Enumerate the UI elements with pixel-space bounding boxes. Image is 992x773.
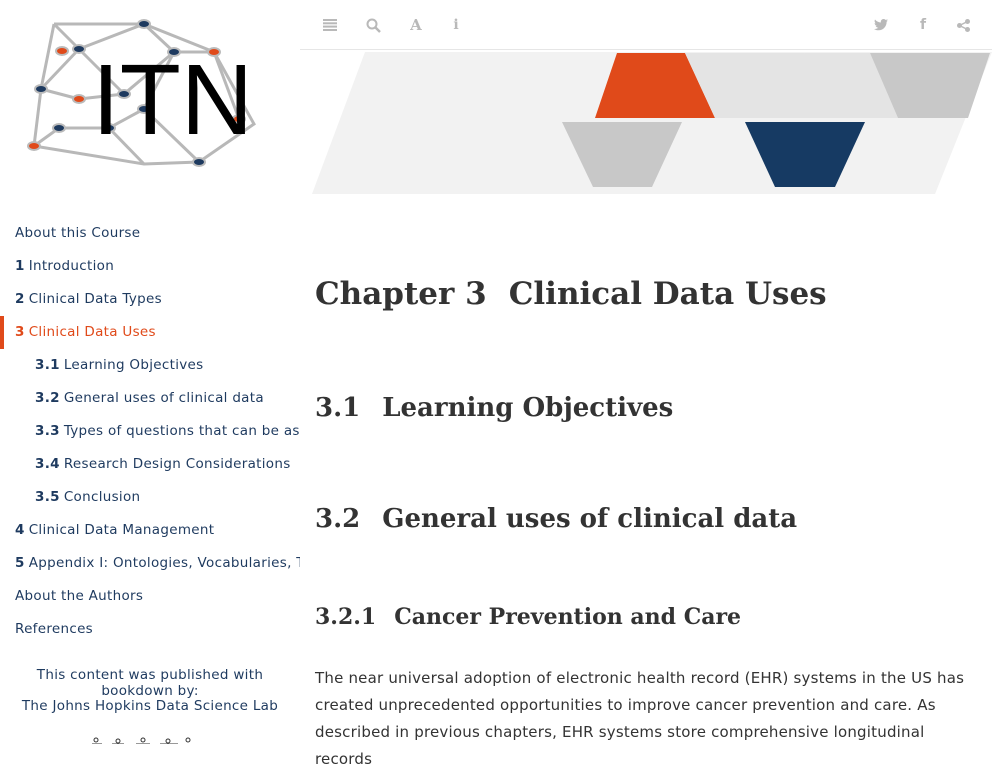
toc-learning-objectives[interactable]: 3.1 Learning Objectives (35, 357, 203, 373)
toc-clinical-data-types[interactable]: 2 Clinical Data Types (15, 291, 162, 307)
list-icon[interactable] (319, 14, 341, 36)
toc-clinical-data-uses[interactable]: 3 Clinical Data Uses (15, 324, 156, 340)
section-title-general-uses: 3.2 General uses of clinical data (315, 504, 798, 534)
font-icon[interactable]: A (405, 14, 427, 36)
sidebar: ITN About this Course 1 Introduction 2 Cli… (0, 0, 300, 744)
info-icon[interactable]: i (445, 14, 467, 36)
logo-text: ITN (92, 44, 253, 156)
section-title-learning-objectives: 3.1 Learning Objectives (315, 393, 674, 423)
toc-introduction[interactable]: 1 Introduction (15, 258, 114, 274)
toc-general-uses[interactable]: 3.2 General uses of clinical data (35, 390, 264, 406)
toc-clinical-data-management[interactable]: 4 Clinical Data Management (15, 522, 214, 538)
toc-references[interactable]: References (15, 621, 93, 637)
toc-about-course[interactable]: About this Course (15, 225, 140, 241)
lab-logo[interactable] (88, 732, 198, 744)
body-paragraph: The near universal adoption of electroni… (315, 669, 965, 768)
lab-link[interactable]: The Johns Hopkins Data Science Lab (0, 698, 300, 714)
toc-conclusion[interactable]: 3.5 Conclusion (35, 489, 140, 505)
active-indicator (0, 316, 4, 349)
facebook-icon[interactable]: f (912, 14, 934, 36)
toc-about-authors[interactable]: About the Authors (15, 588, 143, 604)
chapter-title: Chapter 3 Clinical Data Uses (315, 276, 827, 312)
search-icon[interactable] (362, 14, 384, 36)
toc-types-of-questions[interactable]: 3.3 Types of questions that can be as… (35, 423, 300, 439)
share-icon[interactable] (952, 14, 974, 36)
itn-logo[interactable]: ITN (24, 14, 274, 174)
course-banner (312, 52, 992, 194)
toc-appendix-ontologies[interactable]: 5 Appendix I: Ontologies, Vocabularies, T… (15, 555, 300, 571)
subsection-title-cancer: 3.2.1 Cancer Prevention and Care (315, 604, 742, 630)
book-toolbar: A i f (300, 0, 992, 50)
twitter-icon[interactable] (870, 14, 892, 36)
toc-research-design[interactable]: 3.4 Research Design Considerations (35, 456, 291, 472)
published-with-text: This content was published with bookdown… (36, 667, 264, 699)
